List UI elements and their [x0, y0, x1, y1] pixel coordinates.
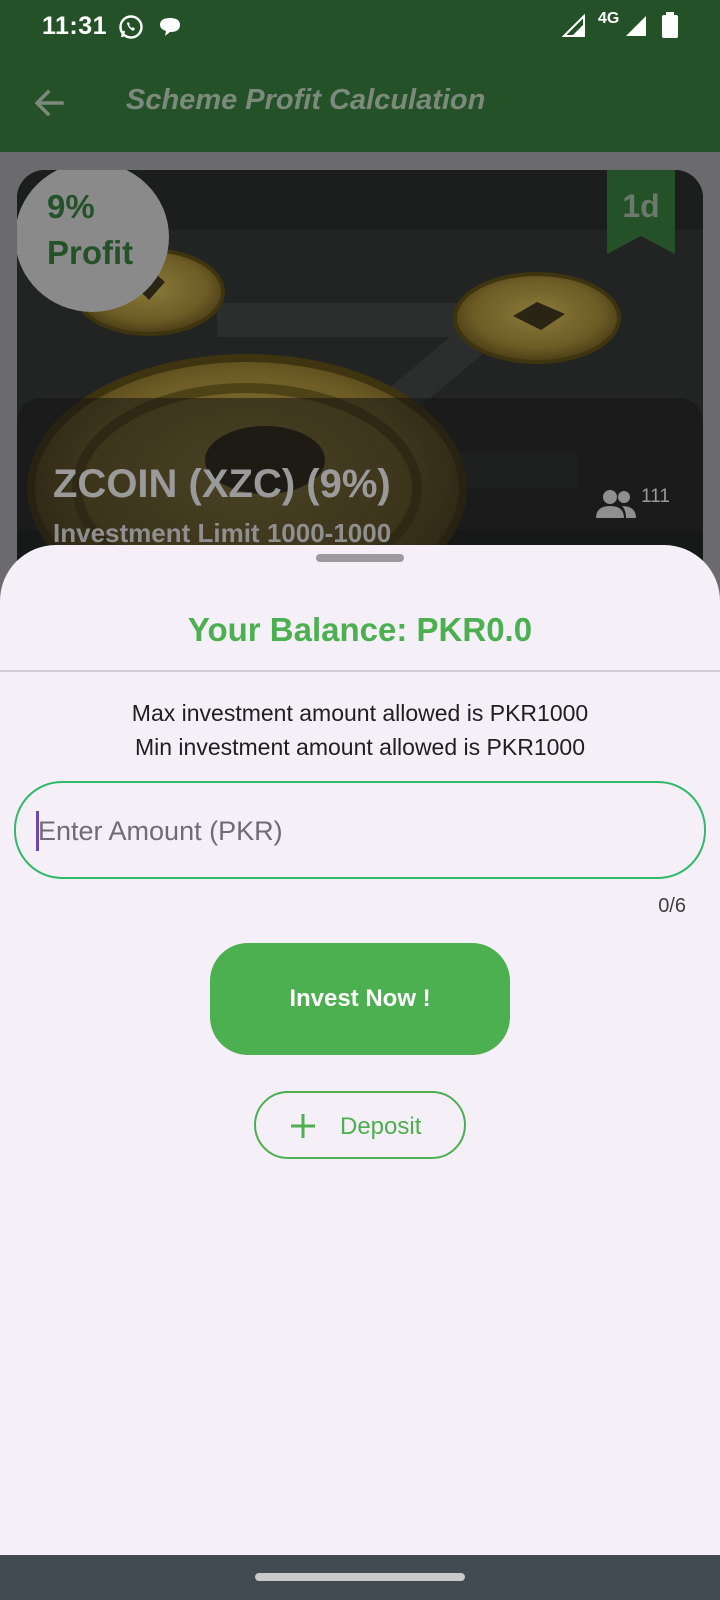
people-icon: [596, 490, 636, 518]
investors-count: 111: [641, 486, 670, 507]
drag-handle[interactable]: [316, 554, 404, 562]
home-gesture-pill[interactable]: [255, 1573, 465, 1581]
min-investment-note: Min investment amount allowed is PKR1000: [134, 734, 585, 760]
arrow-left-icon: [34, 89, 64, 117]
invest-now-button[interactable]: Invest Now !: [210, 943, 510, 1055]
duration-label: 1d: [622, 188, 660, 224]
chat-bubble-icon: [158, 16, 182, 43]
profit-badge: 9% Profit: [17, 170, 169, 312]
divider: [0, 670, 720, 672]
duration-ribbon: 1d: [607, 170, 675, 254]
network-type: 4G: [598, 10, 620, 27]
profit-percent: 9%: [47, 188, 95, 225]
system-nav-bar: [0, 1555, 720, 1600]
amount-field[interactable]: [14, 781, 706, 879]
balance-label: Your Balance: PKR0.0: [187, 611, 533, 648]
status-time: 11:31: [42, 12, 108, 40]
scheme-name: ZCOIN (XZC) (9%): [53, 462, 391, 506]
signal-4g-icon: [624, 14, 648, 43]
scheme-card: 9% Profit 1d ZCOIN (XZC) (9%) Investment…: [17, 170, 703, 590]
signal-icon: [561, 13, 586, 43]
status-bar: 11:31 4G: [0, 0, 720, 54]
plus-icon: [291, 1114, 315, 1138]
deposit-button[interactable]: Deposit: [254, 1091, 466, 1159]
profit-label: Profit: [47, 234, 134, 271]
deposit-label: Deposit: [340, 1113, 422, 1140]
amount-input[interactable]: [38, 797, 678, 865]
app-bar: Scheme Profit Calculation: [0, 54, 720, 152]
invest-bottom-sheet: Your Balance: PKR0.0 Max investment amou…: [0, 545, 720, 1555]
back-button[interactable]: [28, 82, 70, 124]
page-title: Scheme Profit Calculation: [126, 84, 486, 116]
whatsapp-icon: [118, 14, 144, 45]
character-counter: 0/6: [658, 895, 686, 917]
max-investment-note: Max investment amount allowed is PKR1000: [131, 700, 589, 726]
battery-icon: [662, 12, 678, 43]
